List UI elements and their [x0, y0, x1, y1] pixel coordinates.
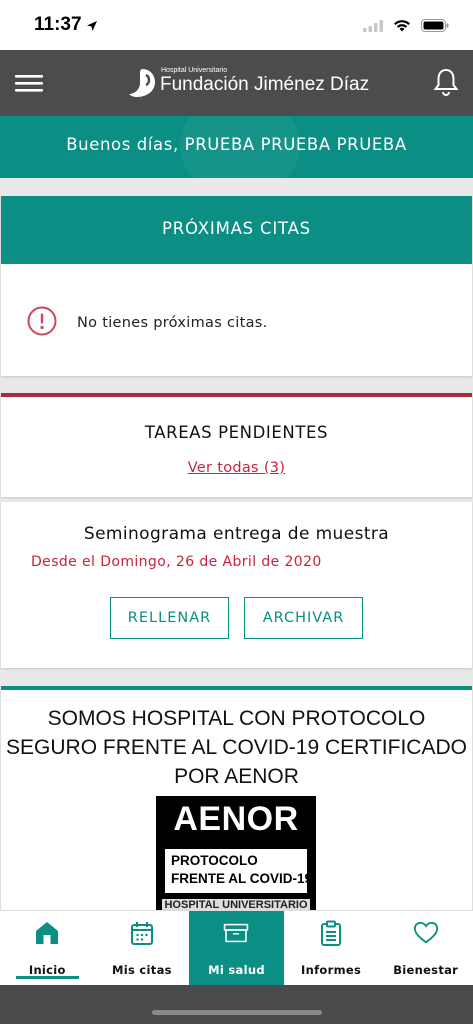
tab-label: Mis citas — [111, 963, 172, 977]
upcoming-appointments-title: PRÓXIMAS CITAS — [1, 196, 472, 264]
aenor-badge: AENOR PROTOCOLO FRENTE AL COVID-19 HOSPI… — [156, 796, 316, 916]
status-bar: 11:37 — [0, 0, 473, 50]
wifi-icon — [393, 17, 411, 36]
fill-task-button[interactable]: RELLENAR — [110, 597, 229, 639]
tab-informes[interactable]: Informes — [284, 911, 379, 985]
task-card: Seminograma entrega de muestra Desde el … — [1, 502, 472, 668]
archive-box-icon — [223, 911, 249, 950]
notifications-bell-icon[interactable] — [433, 67, 459, 97]
bottom-tab-bar: Inicio Mis citas Mi salud Informes Biene… — [0, 910, 473, 985]
status-time: 11:37 — [34, 14, 82, 35]
logo-subtitle: Hospital Universitario — [161, 67, 228, 74]
task-date: Desde el Domingo, 26 de Abril de 2020 — [31, 554, 322, 570]
home-icon — [34, 911, 60, 950]
tab-inicio[interactable]: Inicio — [0, 911, 95, 985]
home-indicator-area — [0, 985, 473, 1024]
tab-label: Bienestar — [393, 963, 459, 977]
logo-title: Fundación Jiménez Díaz — [160, 74, 370, 95]
logo-mark-icon — [128, 67, 158, 103]
heart-icon — [413, 911, 439, 950]
location-arrow-icon — [86, 17, 98, 36]
battery-icon — [421, 17, 449, 36]
home-indicator[interactable] — [152, 1010, 322, 1015]
tab-mi-salud[interactable]: Mi salud — [189, 911, 284, 985]
hamburger-menu-icon[interactable] — [15, 69, 43, 97]
greeting-banner: Buenos días, PRUEBA PRUEBA PRUEBA — [0, 116, 473, 178]
tab-label: Informes — [301, 963, 362, 977]
pending-tasks-title: TAREAS PENDIENTES — [144, 423, 329, 442]
aenor-badge-line: FRENTE AL COVID-19 — [171, 871, 313, 886]
active-tab-indicator — [16, 976, 79, 979]
upcoming-appointments-card: PRÓXIMAS CITAS No tienes próximas citas. — [1, 196, 472, 376]
alert-circle-icon — [27, 306, 57, 340]
calendar-icon — [129, 911, 155, 950]
tab-label: Inicio — [28, 963, 66, 977]
tab-bienestar[interactable]: Bienestar — [378, 911, 473, 985]
hospital-logo: Hospital Universitario Fundación Jiménez… — [128, 65, 369, 103]
covid-certification-text: SOMOS HOSPITAL CON PROTOCOLO SEGURO FREN… — [1, 704, 472, 791]
tab-mis-citas[interactable]: Mis citas — [95, 911, 190, 985]
tab-label: Mi salud — [208, 963, 265, 977]
signal-icon — [363, 17, 383, 36]
aenor-badge-title: AENOR — [173, 800, 299, 838]
task-title: Seminograma entrega de muestra — [83, 524, 390, 544]
covid-text-line: SOMOS HOSPITAL CON PROTOCOLO — [47, 707, 426, 730]
empty-appointments-row: No tienes próximas citas. — [27, 306, 268, 340]
pending-tasks-card: TAREAS PENDIENTES Ver todas (3) — [1, 393, 472, 497]
view-all-tasks-link[interactable]: Ver todas (3) — [1, 460, 472, 476]
covid-text-line: POR AENOR — [174, 765, 299, 788]
aenor-badge-line: PROTOCOLO — [171, 853, 258, 868]
app-header: Hospital Universitario Fundación Jiménez… — [0, 50, 473, 116]
greeting-text: Buenos días, PRUEBA PRUEBA PRUEBA — [66, 135, 407, 154]
covid-text-line: SEGURO FRENTE AL COVID-19 CERTIFICADO — [6, 736, 467, 759]
covid-certification-card: SOMOS HOSPITAL CON PROTOCOLO SEGURO FREN… — [1, 686, 472, 916]
empty-appointments-text: No tienes próximas citas. — [77, 315, 268, 331]
aenor-badge-box: PROTOCOLO FRENTE AL COVID-19 — [162, 846, 313, 896]
archive-task-button[interactable]: ARCHIVAR — [244, 597, 363, 639]
clipboard-icon — [318, 911, 344, 950]
